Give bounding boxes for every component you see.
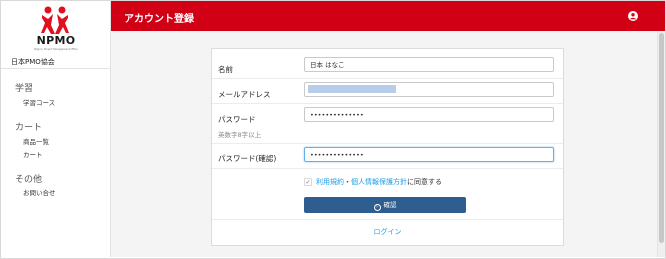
divider [212,168,563,169]
confirm-button-label: 確認 [383,201,397,209]
play-circle-icon: › [373,204,381,211]
divider [212,219,563,220]
page-title: アカウント登録 [124,14,194,25]
password-field[interactable]: •••••••••••••• [304,107,554,122]
nav-section-cart: カート [15,123,43,133]
email-redaction [308,85,396,93]
scrollbar-thumb[interactable] [659,33,664,243]
email-label: メールアドレス [218,90,271,99]
logo-text: NPMO [36,34,76,47]
name-label: 名前 [218,65,233,74]
nav-item-learning-course[interactable]: 学習コース [23,97,55,107]
privacy-policy-link[interactable]: 個人情報保護方針 [351,178,407,186]
password-hint: 英数字8字以上 [218,131,262,139]
org-name: 日本PMO協会 [11,58,55,66]
agree-text: 利用規約・個人情報保護方針に同意する [316,177,442,187]
divider [212,103,563,104]
nav-item-cart[interactable]: カート [23,149,43,159]
logo[interactable]: NPMO Nippon Project Management Office [1,1,111,53]
nav-item-contact[interactable]: お問い合せ [23,187,56,197]
agree-checkbox[interactable]: ✓ [304,178,312,186]
divider [212,143,563,144]
logo-figures-icon [41,6,69,34]
name-field[interactable]: 日本 はなこ [304,57,554,72]
logo-subtitle: Nippon Project Management Office [34,48,78,51]
divider [1,68,111,69]
agree-suffix: に同意する [407,178,442,186]
nav-section-other: その他 [15,175,43,185]
login-link[interactable]: ログイン [212,227,563,237]
user-circle-icon[interactable] [628,11,638,21]
nav-section-learning: 学習 [15,84,34,94]
confirm-button[interactable]: › 確認 [304,197,466,213]
password-confirm-label: パスワード(確認) [218,154,277,163]
password-label: パスワード [218,115,256,124]
password-confirm-field[interactable]: •••••••••••••• [304,147,554,162]
sidebar: NPMO Nippon Project Management Office 日本… [1,1,111,257]
nav-item-product-list[interactable]: 商品一覧 [23,136,49,146]
divider [212,78,563,79]
registration-form: 名前 日本 はなこ メールアドレス パスワード 英数字8字以上 ••••••••… [211,48,564,246]
header-bar: アカウント登録 [111,1,665,31]
separator: ・ [344,178,351,186]
terms-link[interactable]: 利用規約 [316,178,344,186]
